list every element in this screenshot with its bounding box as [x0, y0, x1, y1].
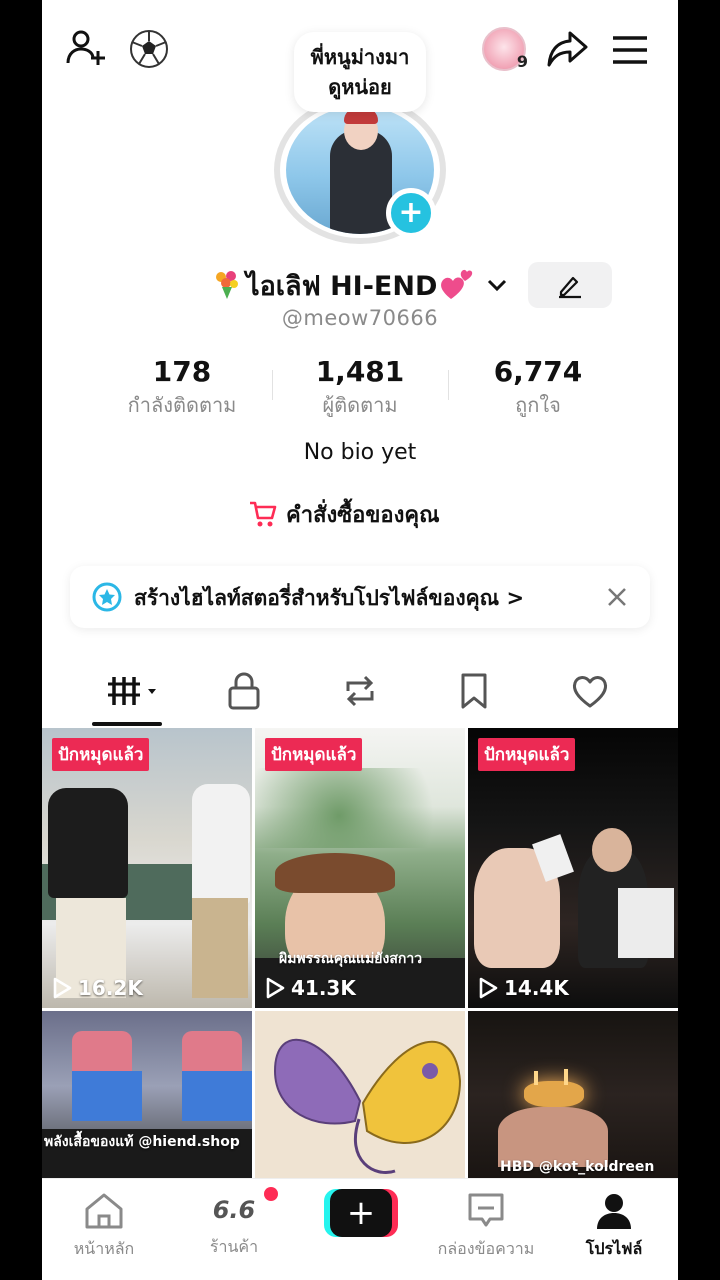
- edit-profile-button[interactable]: [528, 262, 612, 308]
- tab-saved[interactable]: [444, 668, 504, 714]
- bio-text[interactable]: No bio yet: [42, 440, 678, 465]
- nav-shop[interactable]: 6.6 ร้านค้า: [174, 1191, 294, 1260]
- followers-count: 1,481: [315, 355, 405, 388]
- hamburger-menu-icon[interactable]: [608, 28, 652, 72]
- home-icon: [85, 1193, 123, 1229]
- followers-label: ผู้ติดตาม: [322, 393, 398, 417]
- profile-avatar-container[interactable]: +: [272, 96, 448, 246]
- stat-divider: [272, 370, 273, 400]
- video-tile[interactable]: ปักหมุดแล้ว 14.4K: [468, 728, 678, 1008]
- bookmark-icon: [461, 673, 487, 709]
- profile-person-icon: [597, 1194, 631, 1229]
- stat-divider: [448, 370, 449, 400]
- inbox-icon: [468, 1193, 504, 1227]
- tab-private[interactable]: [214, 668, 274, 714]
- username: @meow70666: [281, 306, 439, 330]
- orders-label: คำสั่งซื้อของคุณ: [286, 502, 440, 528]
- play-icon: [53, 977, 72, 999]
- view-count-value: 41.3K: [291, 976, 356, 1000]
- video-tile[interactable]: HBD @kot_koldreen: [468, 1011, 678, 1178]
- display-name-text: ไอเลิฟ HI-END: [246, 270, 438, 302]
- add-friend-icon[interactable]: [64, 26, 108, 70]
- followers-stat[interactable]: 1,481 ผู้ติดตาม: [280, 354, 440, 420]
- notification-dot: [264, 1187, 278, 1201]
- note-line-1: พี่หนูม่างมา: [310, 45, 410, 69]
- bouquet-emoji-icon: [212, 269, 242, 301]
- tab-liked[interactable]: [560, 668, 620, 714]
- profile-screen: 9 + พี่หนูม่างมา ดูหน่อย ไอเลิฟ HI-END @…: [42, 0, 678, 1280]
- nav-inbox[interactable]: กล่องข้อความ: [426, 1191, 546, 1262]
- create-button[interactable]: +: [324, 1189, 398, 1237]
- stories-avatar-button[interactable]: 9: [478, 26, 530, 72]
- videos-grid-icon: [108, 677, 156, 705]
- soccer-ball-icon[interactable]: [128, 28, 170, 70]
- pinned-badge: ปักหมุดแล้ว: [265, 738, 363, 771]
- nav-shop-label: ร้านค้า: [209, 1237, 259, 1256]
- video-tile[interactable]: [255, 1011, 465, 1178]
- video-caption: HBD @kot_koldreen: [500, 1159, 655, 1175]
- two-hearts-emoji-icon: [439, 269, 473, 301]
- video-grid: ปักหมุดแล้ว 16.2K ผิมพรรณคุณแม่ยังสกาว ป…: [42, 728, 678, 1178]
- butterfly-drawing: [273, 1038, 462, 1174]
- view-count: 16.2K: [52, 976, 143, 1000]
- stories-count: 9: [516, 52, 528, 71]
- tab-reposts[interactable]: [330, 668, 390, 714]
- chevron-down-icon[interactable]: [482, 270, 512, 300]
- profile-note-bubble[interactable]: พี่หนูม่างมา ดูหน่อย: [294, 32, 426, 112]
- likes-label: ถูกใจ: [515, 393, 561, 417]
- following-stat[interactable]: 178 กำลังติดตาม: [102, 354, 262, 420]
- view-count-value: 16.2K: [78, 976, 143, 1000]
- display-name[interactable]: ไอเลิฟ HI-END: [212, 262, 473, 308]
- share-arrow-icon[interactable]: [544, 26, 590, 72]
- play-icon: [479, 977, 498, 999]
- video-tile[interactable]: ปักหมุดแล้ว 16.2K: [42, 728, 252, 1008]
- video-tile[interactable]: ผิมพรรณคุณแม่ยังสกาว ปักหมุดแล้ว 41.3K: [255, 728, 465, 1008]
- nav-profile-label: โปรไฟล์: [585, 1239, 643, 1258]
- pinned-badge: ปักหมุดแล้ว: [52, 738, 150, 771]
- tab-videos[interactable]: [100, 668, 160, 714]
- plus-icon: +: [330, 1189, 392, 1237]
- stats-row: 178 กำลังติดตาม 1,481 ผู้ติดตาม 6,774 ถู…: [102, 354, 622, 424]
- likes-stat[interactable]: 6,774 ถูกใจ: [458, 354, 618, 420]
- stories-avatar: 9: [482, 27, 528, 71]
- view-count: 14.4K: [478, 976, 569, 1000]
- bottom-navigation: หน้าหลัก 6.6 ร้านค้า + กล่องข้อความ โปรไ…: [42, 1178, 678, 1280]
- your-orders-link[interactable]: คำสั่งซื้อของคุณ: [248, 496, 440, 532]
- view-count: 41.3K: [265, 976, 356, 1000]
- nav-home[interactable]: หน้าหลัก: [44, 1191, 164, 1262]
- content-tabs: [42, 656, 678, 726]
- video-caption: พลังเสื้อของแท้ @hiend.shop: [44, 1134, 240, 1150]
- video-tile[interactable]: พลังเสื้อของแท้ @hiend.shop: [42, 1011, 252, 1178]
- nav-inbox-label: กล่องข้อความ: [437, 1239, 535, 1258]
- chevron-right-icon: >: [506, 586, 525, 610]
- video-caption: ผิมพรรณคุณแม่ยังสกาว: [279, 951, 423, 967]
- banner-message: สร้างไฮไลท์สตอรี่สำหรับโปรไฟล์ของคุณ: [134, 586, 500, 610]
- view-count-value: 14.4K: [504, 976, 569, 1000]
- following-label: กำลังติดตาม: [127, 393, 237, 417]
- close-icon[interactable]: [600, 580, 634, 614]
- star-badge-icon: [92, 582, 122, 612]
- likes-count: 6,774: [493, 355, 583, 388]
- add-photo-plus-icon[interactable]: +: [386, 188, 436, 238]
- note-line-2: ดูหน่อย: [328, 75, 392, 99]
- play-icon: [266, 977, 285, 999]
- banner-text: สร้างไฮไลท์สตอรี่สำหรับโปรไฟล์ของคุณ >: [134, 582, 524, 615]
- shop-66-icon: 6.6: [212, 1196, 256, 1224]
- lock-icon: [228, 672, 260, 710]
- name-row: ไอเลิฟ HI-END: [42, 262, 678, 308]
- heart-icon: [572, 676, 608, 708]
- story-highlight-banner[interactable]: สร้างไฮไลท์สตอรี่สำหรับโปรไฟล์ของคุณ >: [70, 566, 650, 628]
- nav-profile[interactable]: โปรไฟล์: [554, 1191, 674, 1262]
- repost-icon: [346, 675, 374, 707]
- shopping-cart-icon: [250, 501, 277, 527]
- active-tab-indicator: [92, 722, 162, 726]
- pinned-badge: ปักหมุดแล้ว: [478, 738, 576, 771]
- following-count: 178: [152, 355, 212, 388]
- pencil-icon: [559, 276, 581, 299]
- nav-home-label: หน้าหลัก: [73, 1239, 135, 1258]
